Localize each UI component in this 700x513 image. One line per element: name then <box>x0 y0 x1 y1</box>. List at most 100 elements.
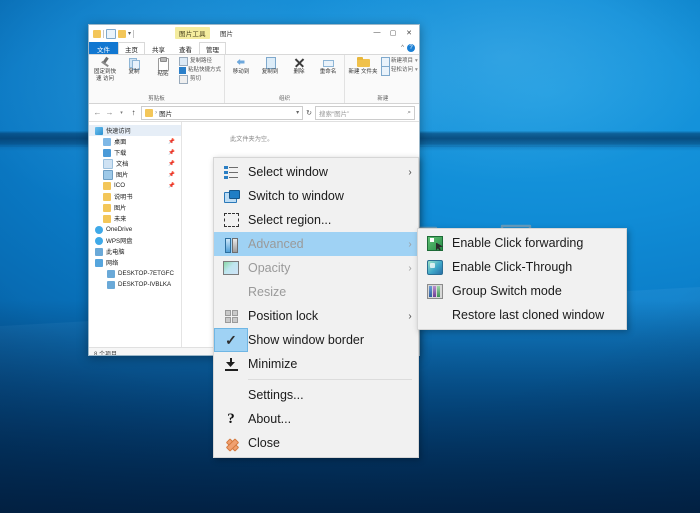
nav-item-0[interactable]: 快速访问 <box>89 125 181 136</box>
help-icon[interactable]: ? <box>407 44 415 52</box>
menu-item-group-switch-mode[interactable]: Group Switch mode <box>418 279 626 303</box>
chevron-right-icon: › <box>408 262 412 274</box>
ribbon-button-easy-access[interactable]: 轻松访问 ▾ <box>381 66 418 76</box>
nav-item-7[interactable]: 图片 <box>89 202 181 213</box>
ribbon-button-copy-path[interactable]: 复制路径 <box>179 57 221 66</box>
menu-item-icon-slot <box>214 256 248 280</box>
checkmark-icon: ✓ <box>225 332 237 348</box>
nav-item-6[interactable]: 说明书 <box>89 191 181 202</box>
tab-file[interactable]: 文件 <box>89 42 118 54</box>
menu-item-label: Enable Click forwarding <box>452 235 584 250</box>
ribbon-button-copy-to[interactable]: 复制到 <box>257 57 283 76</box>
collapse-ribbon-button[interactable]: ^ <box>401 45 404 51</box>
qat-new-folder-icon[interactable] <box>118 29 126 38</box>
tab-share[interactable]: 共享 <box>145 42 172 54</box>
folder-icon <box>103 192 111 201</box>
menu-item-select-region[interactable]: Select region... <box>214 208 418 232</box>
chevron-down-icon[interactable]: ▾ <box>296 109 299 116</box>
forward-button[interactable]: → <box>105 108 114 117</box>
refresh-icon[interactable]: ↻ <box>306 109 312 117</box>
ribbon-button-label: 轻松访问 <box>391 66 414 73</box>
ribbon-button-cut[interactable]: 剪切 <box>179 75 221 84</box>
menu-item-restore-last-cloned-window[interactable]: Restore last cloned window <box>418 303 626 327</box>
window-controls[interactable]: — ▢ ✕ <box>369 26 417 39</box>
search-input[interactable]: 搜索“图片” ⌕ <box>315 105 415 120</box>
nav-item-2[interactable]: 下载 📌 <box>89 147 181 158</box>
menu-item-minimize[interactable]: Minimize <box>214 352 418 376</box>
ribbon-button-new-folder[interactable]: 新建 文件夹 <box>348 57 378 76</box>
ribbon-group-new: 新建 文件夹 新建项目 ▾ 轻松访问 ▾ 新建 <box>345 55 419 103</box>
advanced-submenu[interactable]: Enable Click forwarding Enable Click-Thro… <box>417 228 627 330</box>
wps-cloud-icon <box>95 236 103 245</box>
nav-item-1[interactable]: 桌面 📌 <box>89 136 181 147</box>
menu-item-about[interactable]: ? About... <box>214 407 418 431</box>
maximize-button[interactable]: ▢ <box>385 26 401 39</box>
close-button[interactable]: ✕ <box>401 26 417 39</box>
menu-item-position-lock[interactable]: Position lock › <box>214 304 418 328</box>
desktop-icon <box>103 137 111 146</box>
chevron-right-icon: › <box>408 166 412 178</box>
recent-locations-button[interactable]: ▾ <box>117 110 126 116</box>
nav-item-4[interactable]: 图片 📌 <box>89 169 181 180</box>
nav-item-14[interactable]: DESKTOP-IVBLKA <box>89 279 181 290</box>
copy-path-icon <box>179 57 188 66</box>
ribbon-button-paste[interactable]: 粘贴 <box>150 57 176 78</box>
ribbon-group-label: 剪贴板 <box>148 96 165 102</box>
menu-item-select-window[interactable]: Select window › <box>214 160 418 184</box>
menu-item-enable-click-forwarding[interactable]: Enable Click forwarding <box>418 231 626 255</box>
menu-item-show-window-border[interactable]: ✓ Show window border <box>214 328 418 352</box>
menu-item-enable-click-through[interactable]: Enable Click-Through <box>418 255 626 279</box>
ribbon-button-label: 粘贴 <box>157 71 169 77</box>
up-button[interactable]: ↑ <box>129 108 138 117</box>
ribbon-button-new-item[interactable]: 新建项目 ▾ <box>381 57 418 67</box>
nav-item-3[interactable]: 文档 📌 <box>89 158 181 169</box>
nav-item-5[interactable]: ICO 📌 <box>89 180 181 191</box>
navigation-pane[interactable]: 快速访问 桌面 📌 下载 📌 文档 📌 图片 📌 ICO 📌 说明书 图片 未来 OneDrive WPS网盘… <box>89 122 182 347</box>
address-path-box[interactable]: › 图片 ▾ <box>141 105 304 120</box>
ribbon-button-rename[interactable]: 重命名 <box>315 57 341 76</box>
pin-icon: 📌 <box>168 171 175 178</box>
qat-folder-icon[interactable] <box>93 29 101 38</box>
ribbon-tab-strip[interactable]: 文件 主页 共享 查看 管理 ^ ? <box>89 42 419 55</box>
ribbon-group-label: 新建 <box>377 96 389 102</box>
context-menu[interactable]: Select window › Switch to window Select reg… <box>213 157 419 458</box>
nav-item-9[interactable]: OneDrive <box>89 224 181 235</box>
ribbon-button-copy[interactable]: 复制 <box>121 57 147 76</box>
menu-item-label: Show window border <box>248 332 365 347</box>
nav-item-12[interactable]: 网络 <box>89 257 181 268</box>
ribbon[interactable]: 固定到快速 访问 复制 粘贴 复制路径 粘贴快捷方式 剪切 剪贴板 移动到 复制… <box>89 55 419 104</box>
address-bar[interactable]: ← → ▾ ↑ › 图片 ▾ ↻ 搜索“图片” ⌕ <box>89 104 419 122</box>
pin-icon: 📌 <box>168 149 175 156</box>
nav-item-8[interactable]: 未来 <box>89 213 181 224</box>
tab-manage[interactable]: 管理 <box>199 42 226 54</box>
qat-properties-icon[interactable] <box>106 28 116 39</box>
ribbon-button-label: 复制 <box>128 69 140 75</box>
tab-home[interactable]: 主页 <box>118 42 145 54</box>
explorer-title-bar[interactable]: ▾ 图片工具 图片 — ▢ ✕ <box>89 25 419 42</box>
qat-customize-caret[interactable]: ▾ <box>128 31 131 37</box>
ribbon-button-move-to[interactable]: 移动到 <box>228 57 254 76</box>
menu-item-settings[interactable]: Settings... <box>214 383 418 407</box>
ribbon-button-label: 剪切 <box>190 76 202 83</box>
select-region-icon <box>223 213 239 227</box>
new-item-icon <box>381 57 391 67</box>
folder-icon <box>103 214 111 223</box>
ribbon-button-pin-to-quick-access[interactable]: 固定到快速 访问 <box>92 57 118 83</box>
menu-item-icon-slot <box>214 280 248 304</box>
back-button[interactable]: ← <box>93 108 102 117</box>
minimize-button[interactable]: — <box>369 26 385 39</box>
tab-view[interactable]: 查看 <box>172 42 199 54</box>
nav-item-10[interactable]: WPS网盘 <box>89 235 181 246</box>
ribbon-button-paste-shortcut[interactable]: 粘贴快捷方式 <box>179 67 221 74</box>
menu-item-close[interactable]: Close <box>214 431 418 455</box>
move-to-icon <box>236 57 247 68</box>
menu-item-switch-to-window[interactable]: Switch to window <box>214 184 418 208</box>
nav-item-11[interactable]: 此电脑 <box>89 246 181 257</box>
quick-access-toolbar[interactable]: ▾ <box>89 28 135 39</box>
menu-item-icon-slot <box>418 279 452 303</box>
ribbon-button-delete[interactable]: 删除 <box>286 57 312 76</box>
nav-item-13[interactable]: DESKTOP-7ETGFC <box>89 268 181 279</box>
ribbon-button-label: 新建项目 <box>391 57 414 64</box>
quick-access-icon <box>95 126 103 135</box>
cut-icon <box>179 75 188 84</box>
